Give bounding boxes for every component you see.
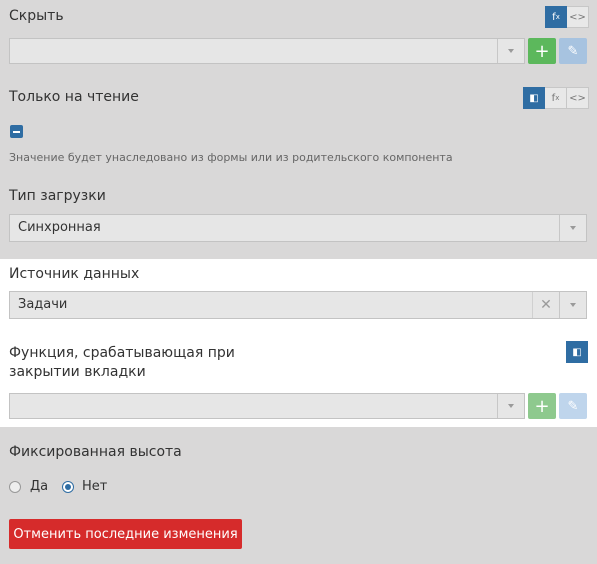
- fixed-height-no-radio[interactable]: [62, 481, 74, 493]
- chevron-down-icon[interactable]: [497, 394, 524, 418]
- chevron-down-icon[interactable]: [497, 39, 524, 63]
- chevron-down-icon[interactable]: [559, 292, 586, 318]
- readonly-label: Только на чтение: [9, 89, 139, 105]
- speaker-icon[interactable]: ◧: [523, 87, 545, 109]
- fixed-height-yes-label: Да: [30, 479, 49, 494]
- readonly-hint: Значение будет унаследовано из формы или…: [9, 151, 453, 164]
- code-icon[interactable]: <>: [567, 87, 589, 109]
- data-source-select[interactable]: Задачи ✕: [9, 291, 587, 319]
- hide-edit-button[interactable]: ✎: [559, 38, 587, 64]
- close-function-label: Функция, срабатывающая при закрытии вкла…: [9, 345, 235, 380]
- load-type-value: Синхронная: [18, 220, 101, 235]
- fx-icon[interactable]: fx: [545, 6, 567, 28]
- fixed-height-yes-radio[interactable]: [9, 481, 21, 493]
- speaker-icon[interactable]: ◧: [566, 341, 588, 363]
- load-type-select[interactable]: Синхронная: [9, 214, 587, 242]
- hide-label: Скрыть: [9, 8, 64, 24]
- fx-icon[interactable]: fx: [545, 87, 567, 109]
- readonly-mode-toggle: ◧ fx <>: [523, 87, 589, 109]
- hide-mode-toggle: fx <>: [545, 6, 589, 28]
- load-type-label: Тип загрузки: [9, 188, 106, 204]
- data-source-label: Источник данных: [9, 266, 140, 282]
- readonly-checkbox[interactable]: [10, 125, 23, 138]
- hide-select[interactable]: [9, 38, 525, 64]
- pencil-icon: ✎: [567, 43, 579, 59]
- data-source-value: Задачи: [18, 297, 68, 312]
- close-function-select[interactable]: [9, 393, 525, 419]
- hide-add-button[interactable]: +: [528, 38, 556, 64]
- close-function-mode-toggle: ◧: [566, 341, 588, 363]
- close-function-add-button[interactable]: +: [528, 393, 556, 419]
- revert-changes-button[interactable]: Отменить последние изменения: [9, 519, 242, 549]
- pencil-icon: ✎: [567, 398, 579, 414]
- fixed-height-label: Фиксированная высота: [9, 444, 182, 460]
- code-icon[interactable]: <>: [567, 6, 589, 28]
- fixed-height-no-label: Нет: [82, 479, 108, 494]
- plus-icon: +: [534, 395, 550, 417]
- chevron-down-icon[interactable]: [559, 215, 586, 241]
- clear-icon[interactable]: ✕: [532, 292, 559, 318]
- close-function-edit-button[interactable]: ✎: [559, 393, 587, 419]
- plus-icon: +: [534, 40, 550, 62]
